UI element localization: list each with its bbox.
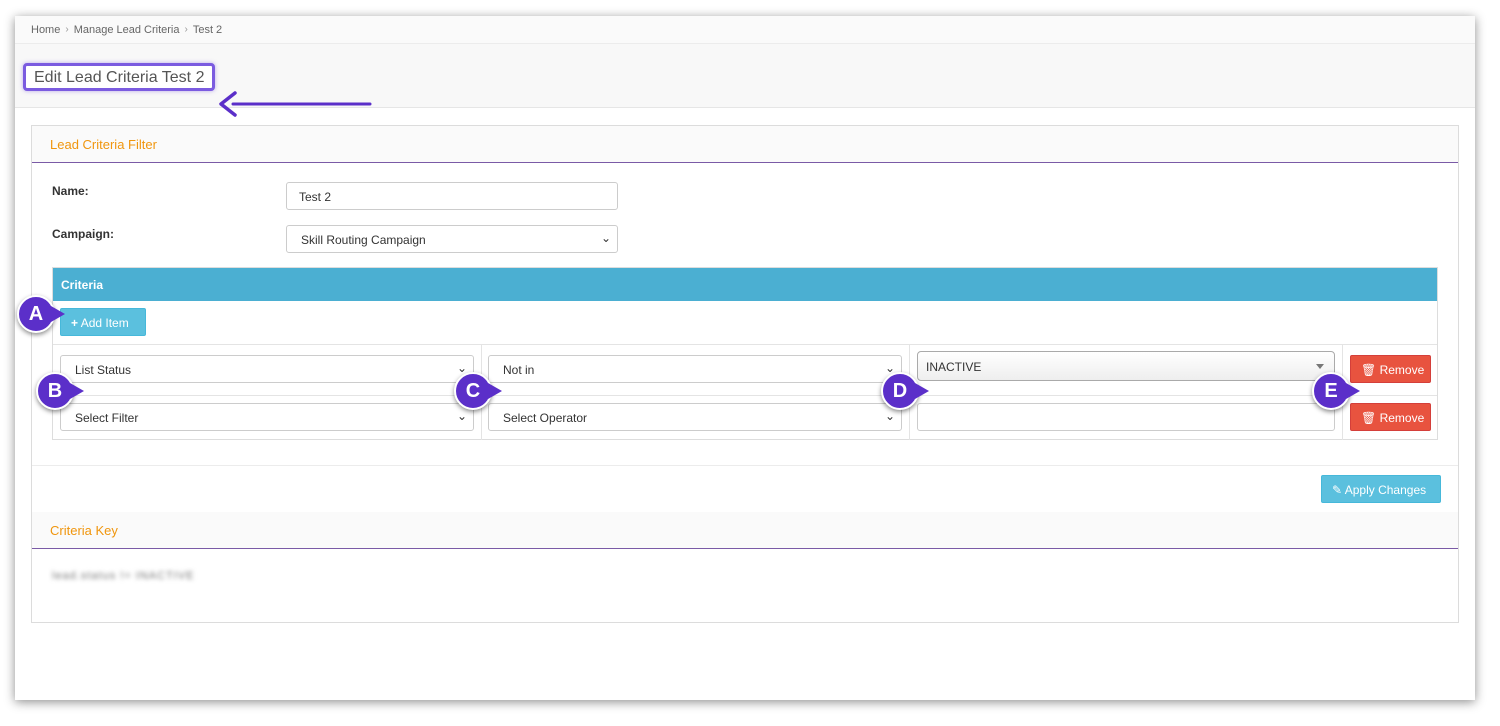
chevron-down-icon: ⌄ — [600, 231, 611, 245]
add-item-button[interactable]: + Add Item — [60, 308, 146, 336]
campaign-select[interactable]: Skill Routing Campaign ⌄ — [286, 225, 618, 253]
chevron-down-icon: ⌄ — [884, 409, 895, 423]
annotation-badge-d: D — [881, 372, 929, 410]
badge-pointer-icon — [915, 383, 929, 399]
annotation-badge-e: E — [1312, 372, 1360, 410]
badge-pointer-icon — [70, 383, 84, 399]
filter-select-value: Select Filter — [75, 411, 139, 425]
badge-pointer-icon — [1346, 383, 1360, 399]
apply-changes-label: Apply Changes — [1344, 483, 1427, 497]
page-title: Edit Lead Criteria Test 2 — [23, 63, 216, 91]
value-chosen-text: INACTIVE — [926, 360, 982, 374]
breadcrumb-manage-lead-criteria[interactable]: Manage Lead Criteria — [74, 24, 180, 36]
operator-select-value: Select Operator — [503, 411, 588, 425]
trash-icon: 🗑 — [1361, 411, 1377, 425]
badge-pointer-icon — [51, 306, 65, 322]
badge-pointer-icon — [488, 383, 502, 399]
operator-select[interactable]: Select Operator ⌄ — [488, 403, 902, 431]
annotation-letter: A — [28, 302, 44, 325]
apply-changes-button[interactable]: ✎ Apply Changes — [1321, 475, 1441, 503]
criteria-key-heading: Criteria Key — [32, 512, 1458, 549]
row-divider — [53, 344, 1437, 345]
breadcrumb-home[interactable]: Home — [31, 24, 60, 36]
section-divider — [32, 465, 1458, 466]
annotation-badge-b: B — [36, 372, 84, 410]
plus-icon: + — [71, 316, 79, 330]
value-input[interactable] — [917, 403, 1335, 431]
add-item-label: Add Item — [80, 316, 129, 330]
remove-button[interactable]: 🗑 Remove — [1350, 355, 1431, 383]
operator-select[interactable]: Not in ⌄ — [488, 355, 902, 383]
title-bar: Edit Lead Criteria Test 2 — [15, 44, 1475, 117]
caret-down-icon — [1316, 364, 1324, 369]
annotation-arrow-icon — [219, 91, 372, 117]
campaign-label: Campaign: — [52, 227, 115, 241]
name-input[interactable]: Test 2 — [286, 182, 618, 210]
chevron-right-icon: › — [65, 24, 69, 35]
operator-select-value: Not in — [503, 363, 535, 377]
criteria-header: Criteria — [53, 268, 1437, 301]
value-chosen-select[interactable]: INACTIVE — [917, 351, 1335, 381]
lead-criteria-panel: Lead Criteria Filter Name: Test 2 Campai… — [31, 125, 1459, 623]
filter-select[interactable]: Select Filter ⌄ — [60, 403, 474, 431]
name-label: Name: — [52, 184, 89, 198]
lead-criteria-filter-heading: Lead Criteria Filter — [32, 126, 1458, 163]
criteria-table: Criteria + Add Item List Status ⌄ Not in… — [52, 267, 1438, 440]
breadcrumb-current: Test 2 — [192, 23, 223, 36]
app-window: Home › Manage Lead Criteria › Test 2 Edi… — [15, 16, 1475, 700]
trash-icon: 🗑 — [1361, 363, 1377, 377]
remove-label: Remove — [1379, 363, 1425, 377]
filter-select-value: List Status — [75, 363, 132, 377]
chevron-right-icon: › — [184, 24, 188, 35]
filter-select[interactable]: List Status ⌄ — [60, 355, 474, 383]
criteria-key-text: lead.status != INACTIVE — [52, 570, 195, 582]
annotation-letter: C — [465, 379, 481, 402]
annotation-letter: B — [47, 379, 63, 402]
chevron-down-icon: ⌄ — [456, 409, 467, 423]
row-divider — [53, 395, 1437, 396]
annotation-letter: D — [892, 379, 908, 402]
breadcrumb: Home › Manage Lead Criteria › Test 2 — [15, 16, 1475, 44]
campaign-select-value: Skill Routing Campaign — [301, 233, 426, 247]
remove-button[interactable]: 🗑 Remove — [1350, 403, 1431, 431]
annotation-letter: E — [1324, 379, 1338, 402]
remove-label: Remove — [1379, 411, 1425, 425]
annotation-badge-a: A — [17, 295, 65, 333]
annotation-badge-c: C — [454, 372, 502, 410]
edit-icon: ✎ — [1332, 483, 1343, 497]
